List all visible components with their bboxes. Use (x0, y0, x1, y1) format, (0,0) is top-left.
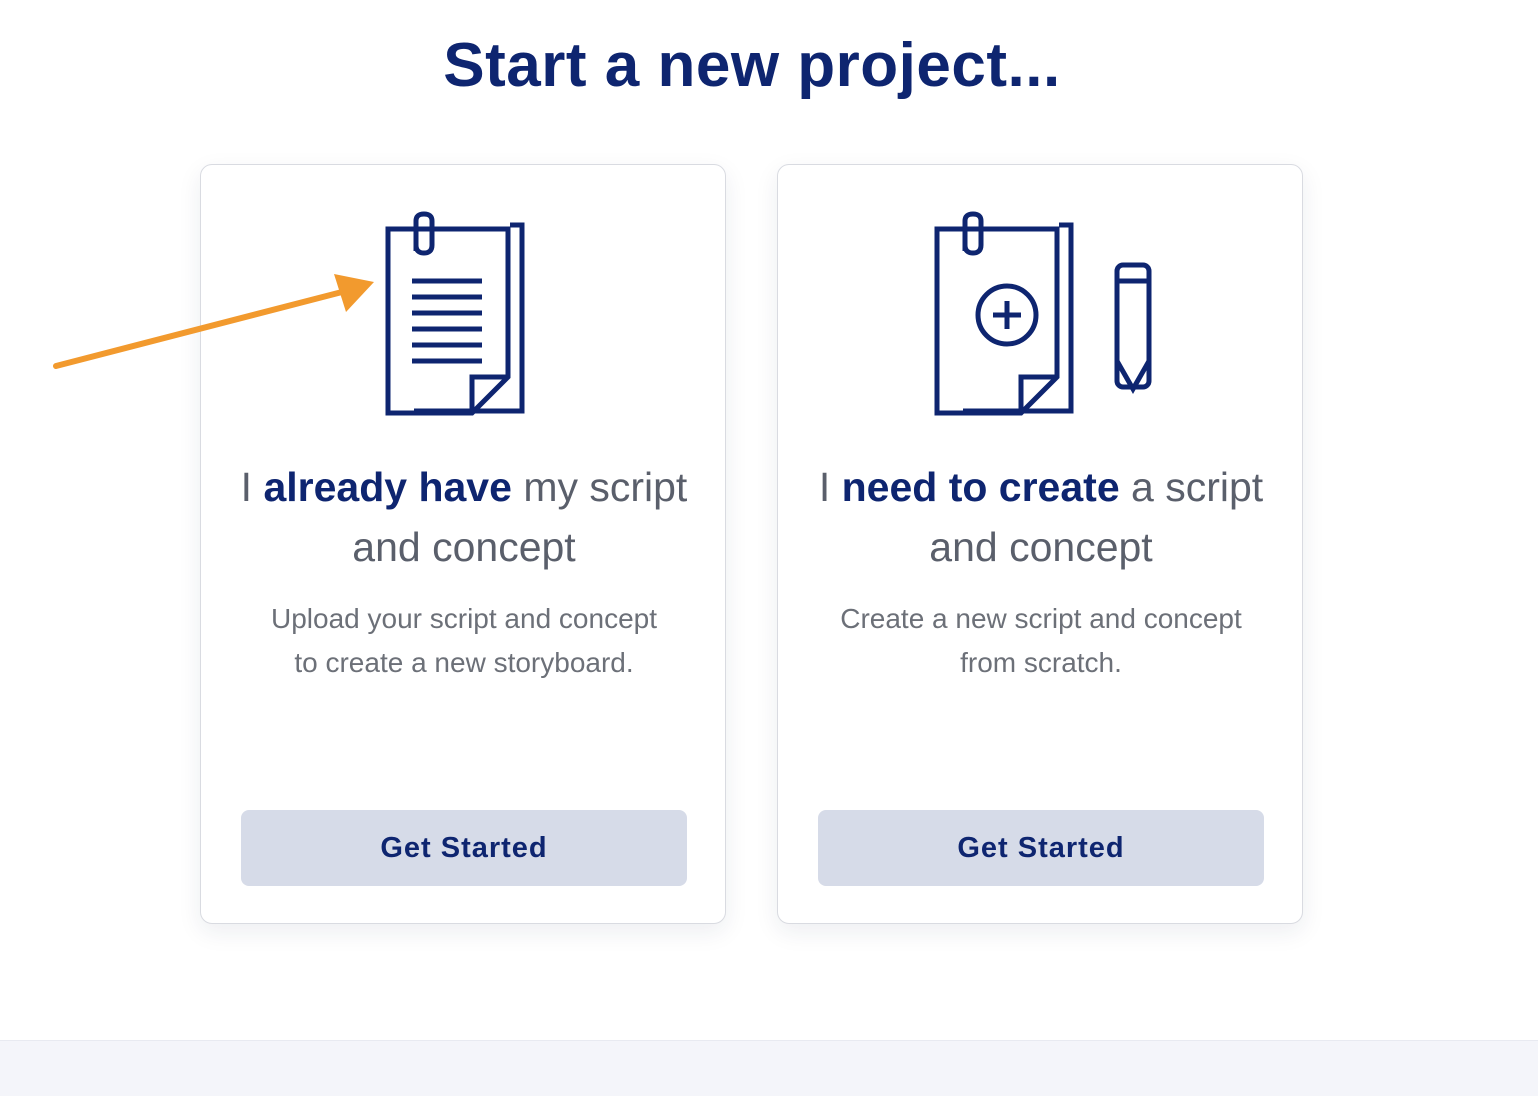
heading-prefix: I (818, 464, 842, 510)
new-document-pencil-icon (778, 211, 1304, 421)
get-started-button[interactable]: Get Started (241, 810, 687, 886)
card-description: Create a new script and concept from scr… (840, 603, 1242, 678)
get-started-button[interactable]: Get Started (818, 810, 1264, 886)
heading-prefix: I (240, 464, 264, 510)
heading-emphasis: need to create (841, 464, 1120, 510)
card-heading: I need to create a script and concept (798, 457, 1284, 577)
card-description: Upload your script and concept to create… (271, 603, 657, 678)
annotation-arrow-icon (53, 274, 374, 369)
card-heading: I already have my script and concept (221, 457, 707, 577)
footer-band (0, 1040, 1538, 1096)
create-script-card[interactable]: I need to create a script and concept Cr… (777, 164, 1303, 924)
heading-emphasis: already have (263, 464, 512, 510)
new-project-page: Start a new project... I already have my… (0, 0, 1538, 1096)
page-title: Start a new project... (443, 31, 1061, 100)
